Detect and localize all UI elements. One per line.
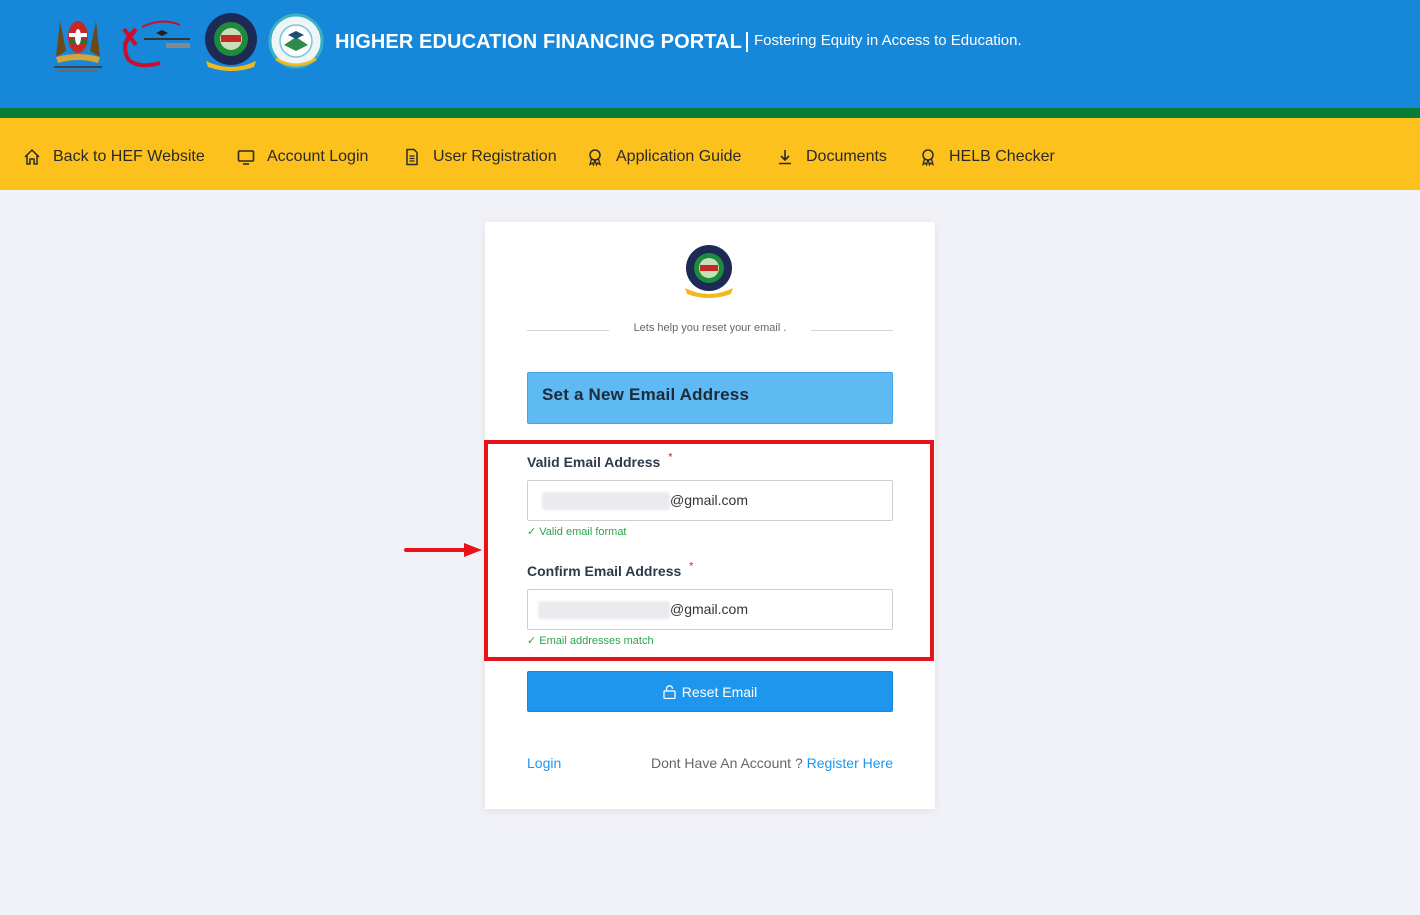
register-link[interactable]: Register Here (807, 755, 893, 771)
nav-item-helb-checker[interactable]: HELB Checker (919, 146, 1055, 168)
kenya-coat-of-arms-logo (48, 11, 108, 73)
header-green-stripe (0, 108, 1420, 118)
nav-item-label: Back to HEF Website (53, 148, 205, 165)
download-icon (779, 150, 791, 165)
ministry-education-logo (114, 11, 194, 73)
site-header: HIGHER EDUCATION FINANCING PORTAL Foster… (0, 0, 1420, 108)
no-account-text: Dont Have An Account ? (650, 755, 803, 771)
helb-logo (200, 11, 262, 73)
section-heading: Set a New Email Address (527, 372, 893, 424)
site-tagline: Fostering Equity in Access to Education. (754, 32, 1022, 49)
award-icon (588, 149, 602, 166)
annotation-highlight-box (484, 440, 934, 661)
annotation-arrow-icon (404, 543, 482, 557)
login-link[interactable]: Login (527, 755, 561, 771)
nav-item-user-registration[interactable]: User Registration (403, 146, 557, 168)
reset-email-button-label: Reset Email (681, 683, 758, 700)
nav-item-label: Application Guide (616, 148, 742, 165)
award-icon (921, 149, 935, 166)
nav-item-account-login[interactable]: Account Login (237, 146, 368, 168)
divider: Lets help you reset your email . (527, 322, 893, 338)
divider-text: Lets help you reset your email . (633, 322, 787, 334)
helb-logo (681, 244, 737, 300)
nav-item-label: Account Login (267, 148, 369, 165)
register-row: Dont Have An Account ? Register Here (651, 755, 893, 771)
reset-email-button[interactable]: Reset Email (527, 671, 893, 712)
universities-fund-logo (268, 11, 324, 73)
main-nav: Back to HEF Website Account Login User R… (0, 118, 1420, 190)
nav-item-label: Documents (806, 148, 887, 165)
site-title: HIGHER EDUCATION FINANCING PORTAL (335, 31, 742, 53)
document-icon (406, 148, 418, 166)
nav-item-application-guide[interactable]: Application Guide (586, 146, 741, 168)
monitor-icon (237, 150, 255, 165)
nav-item-label: User Registration (433, 148, 557, 165)
nav-item-label: HELB Checker (949, 148, 1055, 165)
home-icon (24, 149, 40, 165)
unlock-icon (663, 684, 676, 699)
header-logos (48, 10, 324, 74)
nav-item-back-to-hef[interactable]: Back to HEF Website (23, 146, 205, 168)
title-divider (746, 32, 748, 52)
nav-item-documents[interactable]: Documents (776, 146, 887, 168)
section-heading-text: Set a New Email Address (542, 385, 750, 404)
